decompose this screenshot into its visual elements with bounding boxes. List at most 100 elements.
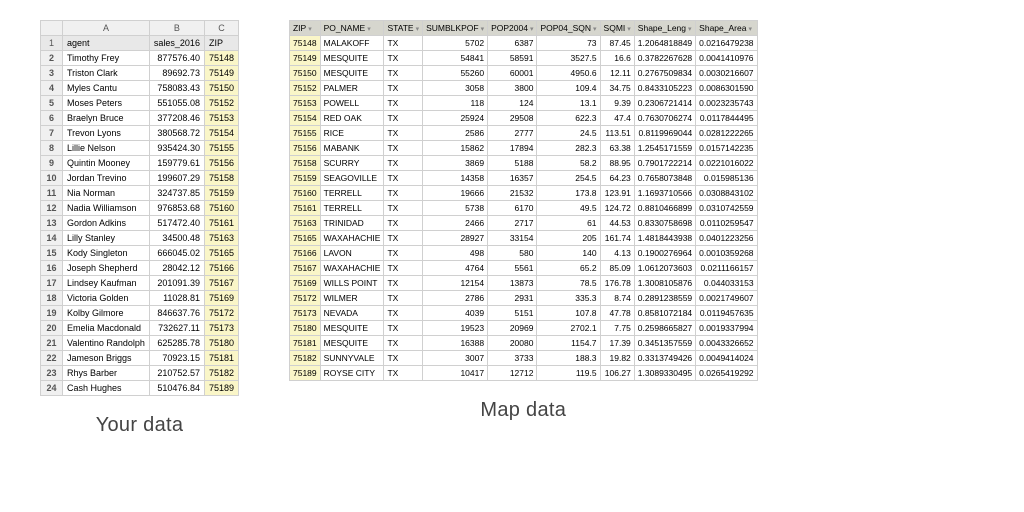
- cell-sumblkpof: 498: [423, 246, 488, 261]
- row-number: 5: [41, 96, 63, 111]
- cell-shapearea: 0.0019337994: [696, 321, 757, 336]
- cell-pop04sqn: 58.2: [537, 156, 600, 171]
- row-number: 4: [41, 81, 63, 96]
- col-header[interactable]: Shape_Area▾: [696, 21, 757, 36]
- filter-icon[interactable]: ▾: [481, 25, 485, 33]
- cell-state: TX: [384, 351, 423, 366]
- col-header[interactable]: ZIP▾: [289, 21, 320, 36]
- filter-icon[interactable]: ▾: [688, 25, 692, 33]
- cell-agent: Joseph Shepherd: [63, 261, 150, 276]
- cell-poname: TERRELL: [320, 201, 384, 216]
- cell-shapearea: 0.0043326652: [696, 336, 757, 351]
- your-data-table: A B C 1 agent sales_2016 ZIP 2Timothy Fr…: [40, 20, 239, 396]
- col-header[interactable]: POP2004▾: [488, 21, 537, 36]
- cell-shapearea: 0.0021749607: [696, 291, 757, 306]
- cell-sumblkpof: 15862: [423, 141, 488, 156]
- cell-agent: Myles Cantu: [63, 81, 150, 96]
- col-header[interactable]: STATE▾: [384, 21, 423, 36]
- cell-pop2004: 16357: [488, 171, 537, 186]
- cell-sumblkpof: 3058: [423, 81, 488, 96]
- cell-sumblkpof: 4764: [423, 261, 488, 276]
- cell-sales: 551055.08: [149, 96, 204, 111]
- cell-shapearea: 0.0110259547: [696, 216, 757, 231]
- cell-shapeleng: 0.8330758698: [634, 216, 695, 231]
- cell-sumblkpof: 55260: [423, 66, 488, 81]
- table-row: 6Braelyn Bruce377208.4675153: [41, 111, 239, 126]
- cell-sumblkpof: 14358: [423, 171, 488, 186]
- cell-shapearea: 0.0023235743: [696, 96, 757, 111]
- cell-pop2004: 5188: [488, 156, 537, 171]
- cell-poname: WILLS POINT: [320, 276, 384, 291]
- col-header[interactable]: SUMBLKPOF▾: [423, 21, 488, 36]
- table-row: 75163TRINIDADTX246627176144.530.83307586…: [289, 216, 757, 231]
- cell-zip: 75156: [204, 156, 238, 171]
- table-row: 19Kolby Gilmore846637.7675172: [41, 306, 239, 321]
- cell-zip: 75158: [204, 171, 238, 186]
- table-row: 75152PALMERTX30583800109.434.750.8433105…: [289, 81, 757, 96]
- cell-sales: 976853.68: [149, 201, 204, 216]
- cell-shapearea: 0.0010359268: [696, 246, 757, 261]
- cell-sqmi: 34.75: [600, 81, 634, 96]
- cell-poname: POWELL: [320, 96, 384, 111]
- table-row: 75182SUNNYVALETX30073733188.319.820.3313…: [289, 351, 757, 366]
- cell-shapeleng: 0.2306721414: [634, 96, 695, 111]
- cell-pop2004: 58591: [488, 51, 537, 66]
- filter-icon[interactable]: ▾: [308, 25, 312, 33]
- cell-pop04sqn: 1154.7: [537, 336, 600, 351]
- filter-icon[interactable]: ▾: [367, 25, 371, 33]
- cell-pop04sqn: 109.4: [537, 81, 600, 96]
- filter-icon[interactable]: ▾: [530, 25, 534, 33]
- cell-sqmi: 8.74: [600, 291, 634, 306]
- table-row: 75149MESQUITETX54841585913527.516.60.378…: [289, 51, 757, 66]
- cell-zip: 75160: [289, 186, 320, 201]
- cell-zip: 75161: [204, 216, 238, 231]
- cell-agent: Moses Peters: [63, 96, 150, 111]
- filter-icon[interactable]: ▾: [627, 25, 631, 33]
- table-row: 75161TERRELLTX5738617049.5124.720.881046…: [289, 201, 757, 216]
- cell-state: TX: [384, 291, 423, 306]
- cell-state: TX: [384, 81, 423, 96]
- cell-poname: SUNNYVALE: [320, 351, 384, 366]
- cell-agent: Cash Hughes: [63, 381, 150, 396]
- col-header[interactable]: Shape_Leng▾: [634, 21, 695, 36]
- cell-state: TX: [384, 66, 423, 81]
- cell-sqmi: 47.4: [600, 111, 634, 126]
- cell-sumblkpof: 10417: [423, 366, 488, 381]
- col-header[interactable]: PO_NAME▾: [320, 21, 384, 36]
- cell-poname: NEVADA: [320, 306, 384, 321]
- col-header[interactable]: SQMI▾: [600, 21, 634, 36]
- cell-poname: WAXAHACHIE: [320, 261, 384, 276]
- cell-shapeleng: 0.3782267628: [634, 51, 695, 66]
- cell-sqmi: 87.45: [600, 36, 634, 51]
- table-row: 75155RICETX2586277724.5113.510.811996904…: [289, 126, 757, 141]
- cell-shapeleng: 0.2598665827: [634, 321, 695, 336]
- cell-state: TX: [384, 111, 423, 126]
- col-header[interactable]: POP04_SQN▾: [537, 21, 600, 36]
- cell-poname: MESQUITE: [320, 51, 384, 66]
- cell-zip: 75148: [289, 36, 320, 51]
- cell-poname: SCURRY: [320, 156, 384, 171]
- table-row: 3Triston Clark89692.7375149: [41, 66, 239, 81]
- cell-pop04sqn: 173.8: [537, 186, 600, 201]
- filter-icon[interactable]: ▾: [416, 25, 420, 33]
- filter-icon[interactable]: ▾: [748, 25, 752, 33]
- row-number: 21: [41, 336, 63, 351]
- cell-sqmi: 106.27: [600, 366, 634, 381]
- row-number: 7: [41, 126, 63, 141]
- filter-icon[interactable]: ▾: [593, 25, 597, 33]
- row-number: 1: [41, 36, 63, 51]
- cell-poname: MESQUITE: [320, 66, 384, 81]
- cell-agent: Quintin Mooney: [63, 156, 150, 171]
- cell-sales: 732627.11: [149, 321, 204, 336]
- cell-sales: 199607.29: [149, 171, 204, 186]
- table-row: 75172WILMERTX27862931335.38.740.28912385…: [289, 291, 757, 306]
- cell-zip: 75173: [204, 321, 238, 336]
- cell-agent: Braelyn Bruce: [63, 111, 150, 126]
- cell-shapeleng: 1.3089330495: [634, 366, 695, 381]
- table-row: 75153POWELLTX11812413.19.390.23067214140…: [289, 96, 757, 111]
- cell-sales: 89692.73: [149, 66, 204, 81]
- cell-sumblkpof: 2586: [423, 126, 488, 141]
- row-number: 14: [41, 231, 63, 246]
- cell-poname: WILMER: [320, 291, 384, 306]
- cell-sqmi: 123.91: [600, 186, 634, 201]
